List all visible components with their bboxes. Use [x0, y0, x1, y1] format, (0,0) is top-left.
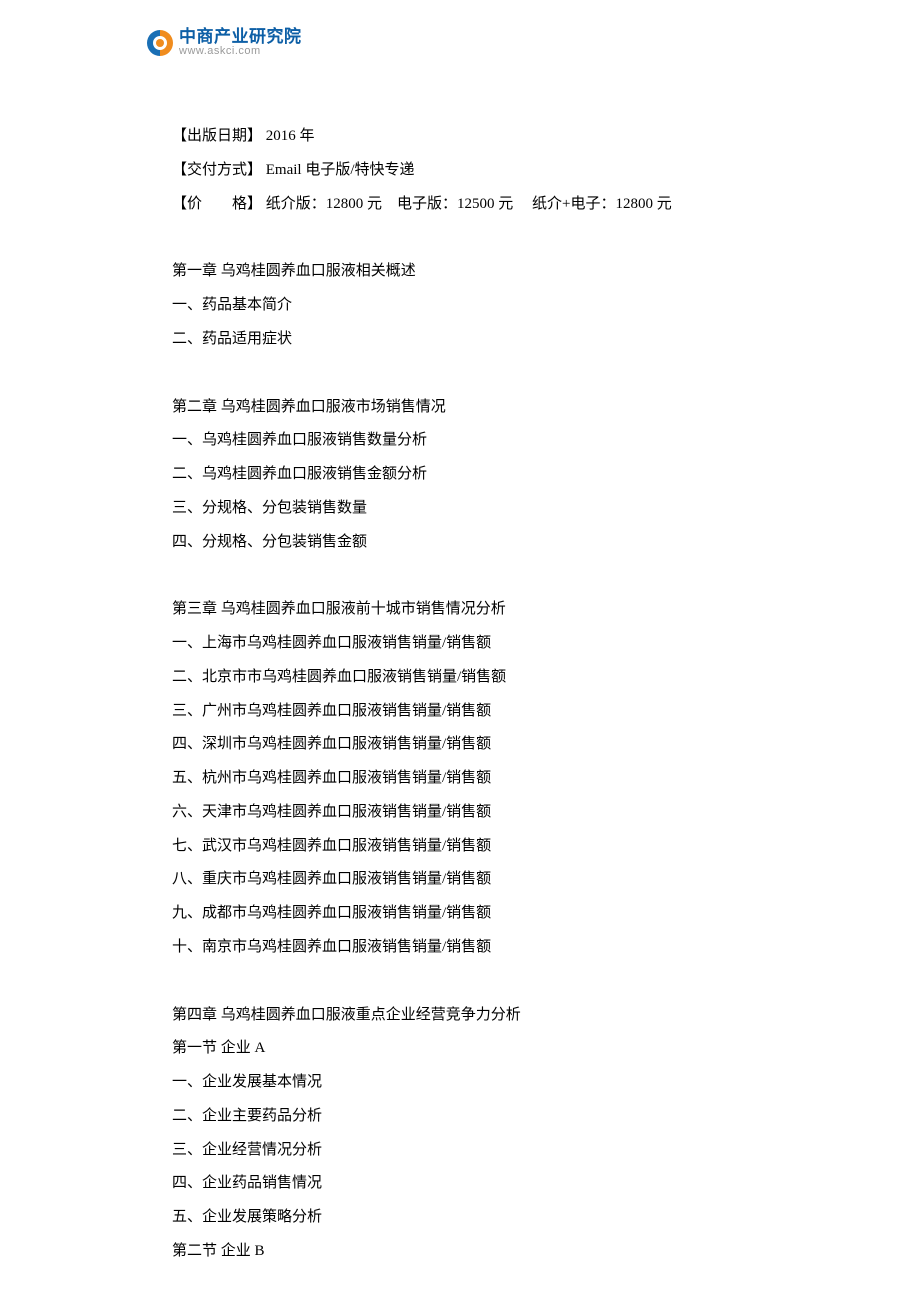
toc-item: 第一节 企业 A	[172, 1032, 772, 1066]
toc-item: 九、成都市乌鸡桂圆养血口服液销售销量/销售额	[172, 897, 772, 931]
toc-item: 二、企业主要药品分析	[172, 1100, 772, 1134]
toc-item: 一、企业发展基本情况	[172, 1066, 772, 1100]
meta-pub-date-value: 2016 年	[262, 128, 315, 144]
toc-item: 四、分规格、分包装销售金额	[172, 526, 772, 560]
toc-item: 第二节 企业 B	[172, 1235, 772, 1269]
meta-delivery: 【交付方式】 Email 电子版/特快专递	[172, 154, 772, 188]
meta-pub-date: 【出版日期】 2016 年	[172, 120, 772, 154]
toc-item: 一、上海市乌鸡桂圆养血口服液销售销量/销售额	[172, 627, 772, 661]
chapter-title: 第四章 乌鸡桂圆养血口服液重点企业经营竞争力分析	[172, 999, 772, 1033]
meta-delivery-value: Email 电子版/特快专递	[262, 162, 415, 178]
logo-name-en: www.askci.com	[179, 45, 302, 57]
toc-item: 三、广州市乌鸡桂圆养血口服液销售销量/销售额	[172, 695, 772, 729]
document-body: 【出版日期】 2016 年 【交付方式】 Email 电子版/特快专递 【价 格…	[172, 120, 772, 1269]
meta-price: 【价 格】 纸介版：12800 元 电子版：12500 元 纸介+电子：1280…	[172, 188, 772, 222]
meta-price-label: 【价 格】	[172, 196, 262, 212]
chapter-4: 第四章 乌鸡桂圆养血口服液重点企业经营竞争力分析 第一节 企业 A 一、企业发展…	[172, 999, 772, 1269]
chapter-title: 第二章 乌鸡桂圆养血口服液市场销售情况	[172, 391, 772, 425]
chapter-1: 第一章 乌鸡桂圆养血口服液相关概述 一、药品基本简介 二、药品适用症状	[172, 255, 772, 356]
toc-item: 二、北京市市乌鸡桂圆养血口服液销售销量/销售额	[172, 661, 772, 695]
toc-item: 三、企业经营情况分析	[172, 1134, 772, 1168]
toc-item: 十、南京市乌鸡桂圆养血口服液销售销量/销售额	[172, 931, 772, 965]
toc-item: 四、企业药品销售情况	[172, 1167, 772, 1201]
toc-item: 七、武汉市乌鸡桂圆养血口服液销售销量/销售额	[172, 830, 772, 864]
toc-item: 一、乌鸡桂圆养血口服液销售数量分析	[172, 424, 772, 458]
toc-item: 二、乌鸡桂圆养血口服液销售金额分析	[172, 458, 772, 492]
toc-item: 八、重庆市乌鸡桂圆养血口服液销售销量/销售额	[172, 863, 772, 897]
logo-icon	[145, 28, 175, 58]
table-of-contents: 第一章 乌鸡桂圆养血口服液相关概述 一、药品基本简介 二、药品适用症状 第二章 …	[172, 255, 772, 1268]
toc-item: 一、药品基本简介	[172, 289, 772, 323]
chapter-title: 第一章 乌鸡桂圆养血口服液相关概述	[172, 255, 772, 289]
logo: 中商产业研究院 www.askci.com	[145, 28, 302, 58]
chapter-3: 第三章 乌鸡桂圆养血口服液前十城市销售情况分析 一、上海市乌鸡桂圆养血口服液销售…	[172, 593, 772, 964]
toc-item: 五、杭州市乌鸡桂圆养血口服液销售销量/销售额	[172, 762, 772, 796]
logo-name-cn: 中商产业研究院	[179, 28, 302, 45]
toc-item: 五、企业发展策略分析	[172, 1201, 772, 1235]
meta-delivery-label: 【交付方式】	[172, 162, 262, 178]
chapter-title: 第三章 乌鸡桂圆养血口服液前十城市销售情况分析	[172, 593, 772, 627]
meta-price-value: 纸介版：12800 元 电子版：12500 元 纸介+电子：12800 元	[262, 196, 672, 212]
chapter-2: 第二章 乌鸡桂圆养血口服液市场销售情况 一、乌鸡桂圆养血口服液销售数量分析 二、…	[172, 391, 772, 560]
toc-item: 三、分规格、分包装销售数量	[172, 492, 772, 526]
toc-item: 六、天津市乌鸡桂圆养血口服液销售销量/销售额	[172, 796, 772, 830]
toc-item: 四、深圳市乌鸡桂圆养血口服液销售销量/销售额	[172, 728, 772, 762]
meta-pub-date-label: 【出版日期】	[172, 128, 262, 144]
toc-item: 二、药品适用症状	[172, 323, 772, 357]
